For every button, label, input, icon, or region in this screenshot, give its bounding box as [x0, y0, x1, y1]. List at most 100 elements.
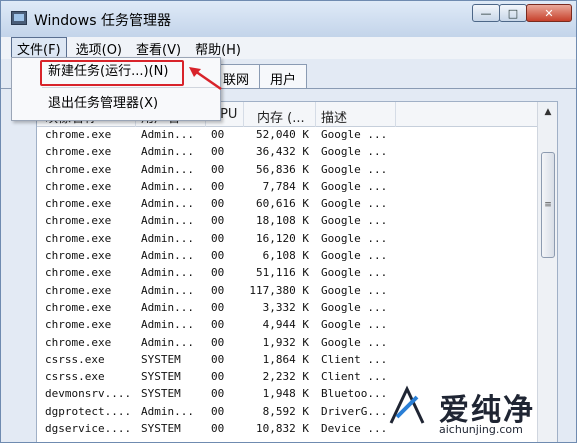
cell-description: Google ...: [321, 283, 388, 297]
cell-cpu: 00: [211, 318, 225, 332]
column-divider[interactable]: [395, 102, 396, 127]
table-row[interactable]: chrome.exe Admin... 00 52,040 K Google ...: [37, 127, 537, 144]
cell-image-name: csrss.exe: [45, 352, 105, 366]
cell-user-name: SYSTEM: [141, 387, 181, 401]
cell-user-name: SYSTEM: [141, 422, 181, 436]
cell-description: Google ...: [321, 300, 388, 314]
cell-memory: 60,616 K: [256, 197, 309, 211]
table-row[interactable]: chrome.exe Admin... 00 51,116 K Google ...: [37, 265, 537, 282]
cell-description: Google ...: [321, 266, 388, 280]
menu-view[interactable]: 查看(V): [131, 38, 186, 59]
cell-image-name: chrome.exe: [45, 179, 112, 193]
cell-memory: 1,864 K: [262, 352, 309, 366]
cell-memory: 6,108 K: [262, 249, 309, 263]
cell-description: Client ...: [321, 352, 388, 366]
cell-memory: 4,944 K: [262, 318, 309, 332]
column-description[interactable]: 描述: [321, 107, 347, 126]
table-row[interactable]: chrome.exe Admin... 00 1,932 K Google ...: [37, 335, 537, 352]
cell-cpu: 00: [211, 197, 225, 211]
cell-user-name: Admin...: [141, 404, 194, 418]
cell-image-name: chrome.exe: [45, 300, 112, 314]
cell-description: Google ...: [321, 145, 388, 159]
maximize-button[interactable]: □: [499, 4, 527, 22]
cell-memory: 56,836 K: [256, 162, 309, 176]
cell-memory: 7,784 K: [262, 179, 309, 193]
table-row[interactable]: csrss.exe SYSTEM 00 1,864 K Client ...: [37, 352, 537, 369]
cell-user-name: SYSTEM: [141, 370, 181, 384]
cell-memory: 51,116 K: [256, 266, 309, 280]
table-row[interactable]: chrome.exe Admin... 00 3,332 K Google ...: [37, 300, 537, 317]
cell-image-name: chrome.exe: [45, 197, 112, 211]
cell-image-name: dgprotect....: [45, 404, 132, 418]
cell-user-name: Admin...: [141, 300, 194, 314]
cell-memory: 117,380 K: [249, 283, 309, 297]
cell-image-name: chrome.exe: [45, 335, 112, 349]
cell-cpu: 00: [211, 300, 225, 314]
table-row[interactable]: chrome.exe Admin... 00 4,944 K Google ...: [37, 317, 537, 334]
cell-memory: 1,932 K: [262, 335, 309, 349]
table-row[interactable]: chrome.exe Admin... 00 7,784 K Google ...: [37, 179, 537, 196]
cell-cpu: 00: [211, 179, 225, 193]
cell-memory: 2,232 K: [262, 370, 309, 384]
table-row[interactable]: chrome.exe Admin... 00 60,616 K Google ...: [37, 196, 537, 213]
cell-cpu: 00: [211, 266, 225, 280]
cell-memory: 1,948 K: [262, 387, 309, 401]
menu-options[interactable]: 选项(O): [71, 38, 127, 59]
scroll-up-arrow-icon[interactable]: ▲: [538, 102, 557, 122]
scrollbar-thumb[interactable]: ≡: [541, 152, 555, 258]
cell-cpu: 00: [211, 162, 225, 176]
menu-item-exit[interactable]: 退出任务管理器(X): [12, 93, 220, 115]
table-row[interactable]: chrome.exe Admin... 00 56,836 K Google ...: [37, 162, 537, 179]
cell-cpu: 00: [211, 128, 225, 141]
cell-user-name: Admin...: [141, 128, 194, 141]
cell-image-name: chrome.exe: [45, 128, 112, 141]
column-memory[interactable]: 内存 (...: [257, 107, 305, 126]
close-button[interactable]: ✕: [526, 4, 572, 22]
menu-help[interactable]: 帮助(H): [190, 38, 246, 59]
cell-cpu: 00: [211, 335, 225, 349]
cell-memory: 10,832 K: [256, 422, 309, 436]
cell-memory: 16,120 K: [256, 231, 309, 245]
cell-cpu: 00: [211, 387, 225, 401]
cell-description: Client ...: [321, 370, 388, 384]
cell-description: Google ...: [321, 179, 388, 193]
cell-user-name: Admin...: [141, 283, 194, 297]
table-row[interactable]: chrome.exe Admin... 00 36,432 K Google ...: [37, 144, 537, 161]
table-row[interactable]: chrome.exe Admin... 00 117,380 K Google ...: [37, 283, 537, 300]
cell-description: Device ...: [321, 422, 388, 436]
column-divider[interactable]: [315, 102, 316, 127]
cell-image-name: chrome.exe: [45, 266, 112, 280]
cell-description: Google ...: [321, 128, 388, 141]
task-manager-window: Windows 任务管理器 — □ ✕ 文件(F) 选项(O) 查看(V) 帮助…: [0, 0, 577, 443]
cell-memory: 36,432 K: [256, 145, 309, 159]
cell-cpu: 00: [211, 404, 225, 418]
cell-image-name: chrome.exe: [45, 214, 112, 228]
table-row[interactable]: chrome.exe Admin... 00 18,108 K Google ...: [37, 213, 537, 230]
title-bar[interactable]: Windows 任务管理器 — □ ✕: [1, 1, 576, 37]
red-arrow-icon: [189, 67, 222, 91]
table-row[interactable]: chrome.exe Admin... 00 16,120 K Google ...: [37, 231, 537, 248]
cell-user-name: Admin...: [141, 214, 194, 228]
cell-memory: 8,592 K: [262, 404, 309, 418]
task-manager-icon: [11, 11, 27, 25]
cell-user-name: Admin...: [141, 318, 194, 332]
cell-description: Bluetoo...: [321, 387, 388, 401]
cell-image-name: csrss.exe: [45, 370, 105, 384]
cell-cpu: 00: [211, 283, 225, 297]
cell-user-name: Admin...: [141, 249, 194, 263]
cell-description: Google ...: [321, 231, 388, 245]
menu-bar: 文件(F) 选项(O) 查看(V) 帮助(H): [1, 36, 576, 60]
cell-user-name: Admin...: [141, 197, 194, 211]
tab-users[interactable]: 用户: [259, 64, 308, 88]
minimize-button[interactable]: —: [472, 4, 500, 22]
cell-cpu: 00: [211, 370, 225, 384]
table-row[interactable]: chrome.exe Admin... 00 6,108 K Google ...: [37, 248, 537, 265]
cell-cpu: 00: [211, 231, 225, 245]
column-divider[interactable]: [243, 102, 244, 127]
cell-description: Google ...: [321, 197, 388, 211]
cell-description: Google ...: [321, 318, 388, 332]
cell-user-name: SYSTEM: [141, 352, 181, 366]
cell-description: Google ...: [321, 249, 388, 263]
cell-user-name: Admin...: [141, 266, 194, 280]
watermark: 爱纯净 aichunjing.com: [379, 381, 569, 437]
